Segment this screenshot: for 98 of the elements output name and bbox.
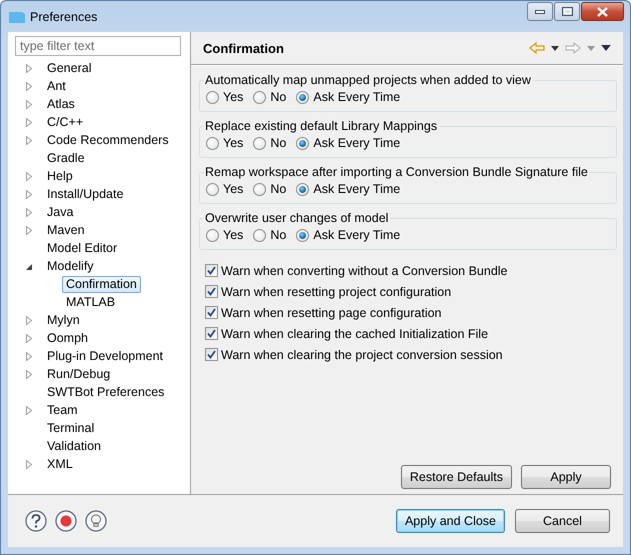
tree-item[interactable]: Gradle bbox=[43, 150, 89, 166]
checkbox[interactable] bbox=[205, 327, 218, 340]
radio-button[interactable] bbox=[206, 228, 219, 242]
page-title: Confirmation bbox=[203, 40, 285, 56]
checkbox[interactable] bbox=[205, 348, 218, 361]
expand-arrow-icon[interactable] bbox=[25, 226, 33, 234]
radio-label: Ask Every Time bbox=[313, 182, 400, 196]
tree-item[interactable]: MATLAB bbox=[62, 294, 120, 310]
forward-arrow-icon[interactable] bbox=[565, 42, 581, 54]
group-title: Remap workspace after importing a Conversion Bundle Signature file bbox=[204, 165, 589, 179]
group-title: Overwrite user changes of model bbox=[204, 211, 390, 225]
help-icon[interactable] bbox=[25, 510, 47, 532]
tree-item[interactable]: Help bbox=[43, 168, 77, 184]
radio-label: Ask Every Time bbox=[313, 228, 400, 242]
radio-button[interactable] bbox=[296, 136, 310, 150]
checkbox-label: Warn when resetting project configuration bbox=[221, 284, 452, 298]
expand-arrow-icon[interactable] bbox=[25, 352, 33, 360]
checkbox-label: Warn when clearing the cached Initialization File bbox=[221, 326, 488, 340]
tree-item[interactable]: Confirmation bbox=[62, 276, 141, 292]
maximize-button[interactable] bbox=[554, 2, 580, 21]
record-icon[interactable] bbox=[55, 510, 77, 532]
expand-arrow-icon[interactable] bbox=[25, 118, 33, 126]
radio-label: No bbox=[270, 90, 286, 104]
expand-arrow-icon[interactable] bbox=[25, 460, 33, 468]
radio-label: Ask Every Time bbox=[313, 90, 400, 104]
tree-item[interactable]: Model Editor bbox=[43, 240, 122, 256]
checkbox-label: Warn when resetting page configuration bbox=[221, 306, 442, 320]
tree-item[interactable]: Run/Debug bbox=[43, 366, 114, 382]
expand-arrow-icon[interactable] bbox=[25, 316, 33, 324]
tree-item[interactable]: Java bbox=[43, 204, 78, 220]
minimize-button[interactable] bbox=[527, 2, 553, 21]
group-title: Replace existing default Library Mappings bbox=[204, 119, 438, 133]
radio-label: Yes bbox=[223, 182, 244, 196]
cancel-button[interactable]: Cancel bbox=[515, 509, 610, 533]
radio-button[interactable] bbox=[253, 228, 266, 242]
maximize-icon bbox=[562, 7, 572, 16]
minimize-icon bbox=[535, 10, 545, 14]
tree-item[interactable]: XML bbox=[43, 456, 77, 472]
radio-button[interactable] bbox=[296, 90, 310, 104]
collapse-arrow-icon[interactable] bbox=[25, 262, 33, 270]
tree-item[interactable]: Maven bbox=[43, 222, 89, 238]
expand-arrow-icon[interactable] bbox=[25, 208, 33, 216]
close-icon bbox=[597, 6, 608, 16]
tree-item[interactable]: Validation bbox=[43, 438, 105, 454]
tree-item[interactable]: Modelify bbox=[43, 258, 98, 274]
tree-item[interactable]: Install/Update bbox=[43, 186, 128, 202]
radio-label: Yes bbox=[223, 228, 244, 242]
view-menu-icon[interactable] bbox=[601, 45, 611, 51]
radio-button[interactable] bbox=[253, 90, 266, 104]
radio-label: Yes bbox=[223, 136, 244, 150]
apply-and-close-button[interactable]: Apply and Close bbox=[396, 509, 505, 533]
radio-label: Yes bbox=[223, 90, 244, 104]
tree-item[interactable]: Ant bbox=[43, 78, 70, 94]
tree-item[interactable]: Team bbox=[43, 402, 82, 418]
radio-button[interactable] bbox=[253, 136, 266, 150]
tree-item[interactable]: SWTBot Preferences bbox=[43, 384, 168, 400]
expand-arrow-icon[interactable] bbox=[25, 100, 33, 108]
radio-label: Ask Every Time bbox=[313, 136, 400, 150]
tree-item[interactable]: Mylyn bbox=[43, 312, 84, 328]
radio-button[interactable] bbox=[296, 228, 310, 242]
checkbox[interactable] bbox=[205, 306, 218, 319]
tree-item[interactable]: Atlas bbox=[43, 96, 79, 112]
expand-arrow-icon[interactable] bbox=[25, 64, 33, 72]
window-title: Preferences bbox=[30, 10, 98, 24]
radio-button[interactable] bbox=[206, 136, 219, 150]
checkbox[interactable] bbox=[205, 264, 218, 277]
expand-arrow-icon[interactable] bbox=[25, 82, 33, 90]
radio-label: No bbox=[270, 136, 286, 150]
tree-item[interactable]: Terminal bbox=[43, 420, 98, 436]
expand-arrow-icon[interactable] bbox=[25, 190, 33, 198]
radio-button[interactable] bbox=[206, 90, 219, 104]
tree-item[interactable]: Plug-in Development bbox=[43, 348, 168, 364]
checkbox[interactable] bbox=[205, 285, 218, 298]
expand-arrow-icon[interactable] bbox=[25, 406, 33, 414]
radio-button[interactable] bbox=[206, 182, 219, 196]
tree-item[interactable]: C/C++ bbox=[43, 114, 88, 130]
radio-label: No bbox=[270, 182, 286, 196]
checkbox-label: Warn when clearing the project conversion session bbox=[221, 348, 503, 362]
close-button[interactable] bbox=[581, 2, 624, 21]
checkbox-label: Warn when converting without a Conversion Bundle bbox=[221, 264, 508, 278]
radio-button[interactable] bbox=[253, 182, 266, 196]
app-icon bbox=[9, 10, 25, 22]
radio-button[interactable] bbox=[296, 182, 310, 196]
tree-item[interactable]: Code Recommenders bbox=[43, 132, 173, 148]
expand-arrow-icon[interactable] bbox=[25, 334, 33, 342]
restore-defaults-button[interactable]: Restore Defaults bbox=[400, 465, 512, 489]
dropdown-icon[interactable] bbox=[551, 46, 559, 50]
back-arrow-icon[interactable] bbox=[529, 42, 545, 54]
tree-item[interactable]: General bbox=[43, 60, 96, 76]
expand-arrow-icon[interactable] bbox=[25, 136, 33, 144]
expand-arrow-icon[interactable] bbox=[25, 370, 33, 378]
filter-field[interactable]: type filter text bbox=[15, 36, 181, 56]
group-title: Automatically map unmapped projects when added to view bbox=[204, 73, 532, 87]
expand-arrow-icon[interactable] bbox=[25, 172, 33, 180]
radio-label: No bbox=[270, 228, 286, 242]
lightbulb-icon[interactable] bbox=[85, 510, 107, 532]
tree-item[interactable]: Oomph bbox=[43, 330, 92, 346]
apply-button[interactable]: Apply bbox=[521, 465, 611, 489]
